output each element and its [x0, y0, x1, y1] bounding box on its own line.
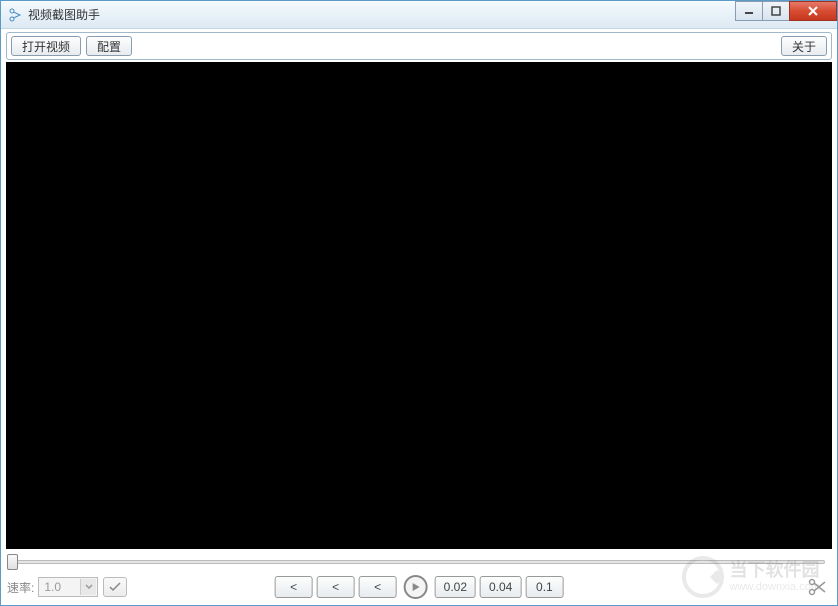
step-forward-button-2[interactable]: 0.04: [480, 576, 521, 598]
seek-slider[interactable]: [7, 553, 831, 571]
minimize-button[interactable]: [735, 1, 763, 21]
play-icon: [411, 582, 421, 592]
play-button[interactable]: [404, 575, 428, 599]
toolbar: 打开视频 配置 关于: [6, 32, 832, 60]
window-controls: [736, 1, 837, 21]
titlebar: 视频截图助手: [1, 1, 837, 29]
minimize-icon: [744, 6, 754, 16]
close-button[interactable]: [789, 1, 837, 21]
step-forward-button-1[interactable]: 0.02: [435, 576, 476, 598]
close-icon: [807, 6, 819, 16]
maximize-button[interactable]: [762, 1, 790, 21]
apply-speed-button[interactable]: [103, 577, 127, 597]
check-icon: [109, 582, 121, 592]
step-forward-button-3[interactable]: 0.1: [525, 576, 563, 598]
playback-controls: < < < 0.02 0.04 0.1: [275, 575, 564, 599]
screenshot-button[interactable]: [803, 576, 831, 598]
seek-thumb[interactable]: [7, 554, 18, 570]
step-back-button-3[interactable]: <: [359, 576, 397, 598]
scissors-icon: [807, 578, 827, 596]
window-title: 视频截图助手: [28, 6, 100, 23]
app-window: 视频截图助手 打开视频 配置 关于 速率: 1.0: [0, 0, 838, 606]
speed-label: 速率:: [7, 579, 34, 596]
bottom-controls: 速率: 1.0 < < < 0.02 0.04 0.1: [7, 573, 831, 601]
chevron-down-icon: [80, 579, 96, 595]
video-viewport[interactable]: [6, 62, 832, 549]
step-back-button-2[interactable]: <: [317, 576, 355, 598]
speed-value: 1.0: [44, 580, 61, 594]
open-video-button[interactable]: 打开视频: [11, 36, 81, 56]
config-button[interactable]: 配置: [86, 36, 132, 56]
maximize-icon: [771, 6, 781, 16]
seek-track: [13, 560, 825, 564]
step-back-button-1[interactable]: <: [275, 576, 313, 598]
about-button[interactable]: 关于: [781, 36, 827, 56]
speed-combobox[interactable]: 1.0: [38, 577, 98, 597]
app-icon: [7, 7, 23, 23]
